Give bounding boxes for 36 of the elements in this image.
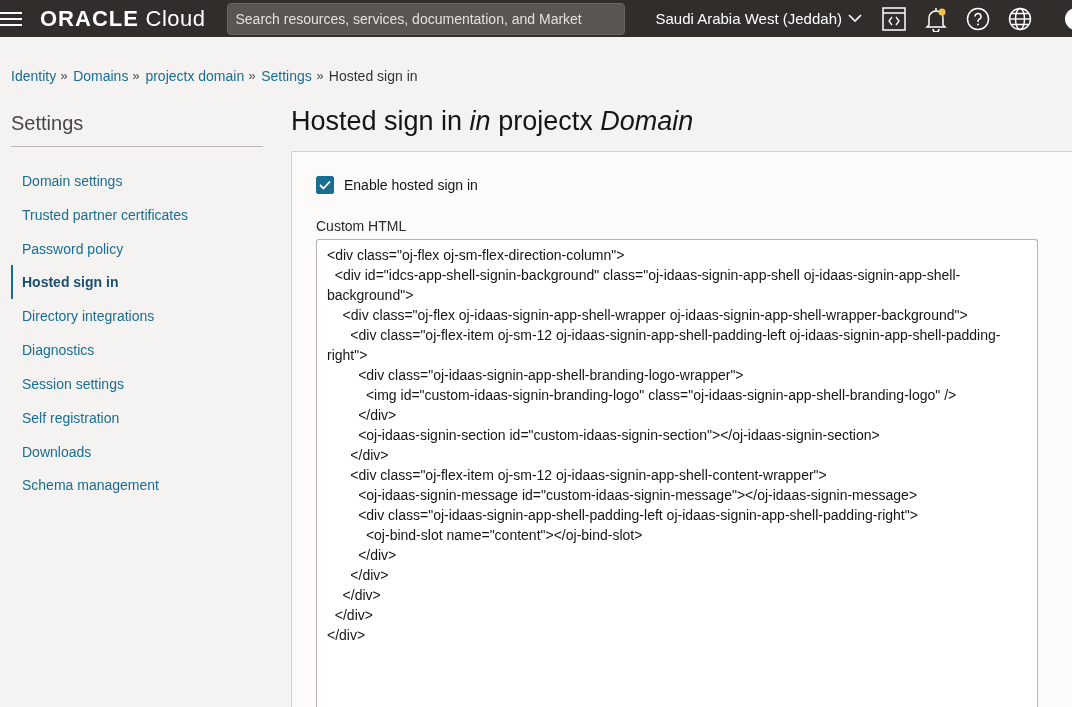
breadcrumb-link[interactable]: Identity	[11, 68, 57, 84]
custom-html-editor[interactable]: <div class="oj-flex oj-sm-flex-direction-column"> <div id="idcs-app-shell-signin-background" class="oj-idaas-signin-app-shell oj-idaas-signin-app-shell-background"> <div class="oj-flex oj-idaas-signin-app-shell-wrapper oj-idaas-signin-app-shell-wrapper-background"> <div class="oj-flex-item oj-sm-12 oj-idaas-signin-app-shell-padding-left oj-idaas-signin-app-shell-padding-right"> <div class="oj-idaas-signin-app-shell-branding-logo-wrapper"> <img id="custom-idaas-signin-branding-logo" class="oj-idaas-signin-app-shell-branding-logo" /> </div> <oj-idaas-signin-section id="custom-idaas-signin-section"></oj-idaas-signin-section> </div> <div class="oj-flex-item oj-sm-12 oj-idaas-signin-app-shell-content-wrapper"> <oj-idaas-signin-message id="custom-idaas-signin-message"></oj-idaas-signin-message> <div class="oj-idaas-signin-app-shell-padding-left oj-idaas-signin-app-shell-padding-right"> <oj-bind-slot name="content"></oj-bind-slot> </div> </div> </div> </div> </div>	[316, 239, 1038, 707]
bell-icon[interactable]	[924, 5, 948, 32]
sidebar-item[interactable]: Password policy	[11, 231, 263, 266]
region-selector[interactable]: Saudi Arabia West (Jeddah)	[655, 10, 862, 27]
avatar-icon[interactable]	[1064, 6, 1072, 31]
sidebar-item[interactable]: Domain settings	[11, 164, 263, 198]
breadcrumb-current: Hosted sign in	[328, 68, 418, 84]
sidebar-item[interactable]: Schema management	[11, 468, 263, 503]
double-chevron-icon	[133, 72, 141, 80]
sidebar-item[interactable]: Session settings	[11, 366, 263, 401]
sidebar-item[interactable]: Diagnostics	[11, 333, 263, 368]
chevron-down-icon	[848, 14, 862, 23]
code-editor-icon[interactable]	[882, 6, 906, 31]
breadcrumb-link[interactable]: Settings	[261, 68, 312, 84]
sidebar-item[interactable]: Self registration	[11, 400, 263, 435]
page-title: Hosted sign in in projectx Domain	[291, 106, 695, 137]
enable-hosted-sign-in-checkbox[interactable]: Enable hosted sign in	[316, 176, 1048, 194]
double-chevron-icon	[249, 72, 257, 80]
search-field[interactable]: Search resources, services, documentation, and Market	[227, 2, 626, 35]
checkmark-icon	[319, 180, 331, 190]
checkbox[interactable]	[316, 176, 334, 194]
breadcrumb-link[interactable]: projectx domain	[145, 68, 245, 84]
help-icon[interactable]	[966, 6, 990, 31]
sidebar-item[interactable]: Downloads	[11, 434, 263, 469]
sidebar-title: Settings	[11, 112, 85, 136]
sidebar-item[interactable]: Trusted partner certificates	[11, 197, 263, 232]
double-chevron-icon	[316, 72, 324, 80]
field-label: Custom HTML	[316, 218, 408, 234]
globe-icon[interactable]	[1008, 6, 1032, 31]
oracle-cloud-logo[interactable]: ORACLE Cloud	[40, 5, 206, 32]
sidebar-item[interactable]: Hosted sign in	[11, 265, 263, 300]
menu-icon[interactable]	[0, 10, 22, 27]
sidebar-item[interactable]: Directory integrations	[11, 299, 263, 334]
double-chevron-icon	[61, 72, 69, 80]
breadcrumb-link[interactable]: Domains	[73, 68, 129, 84]
